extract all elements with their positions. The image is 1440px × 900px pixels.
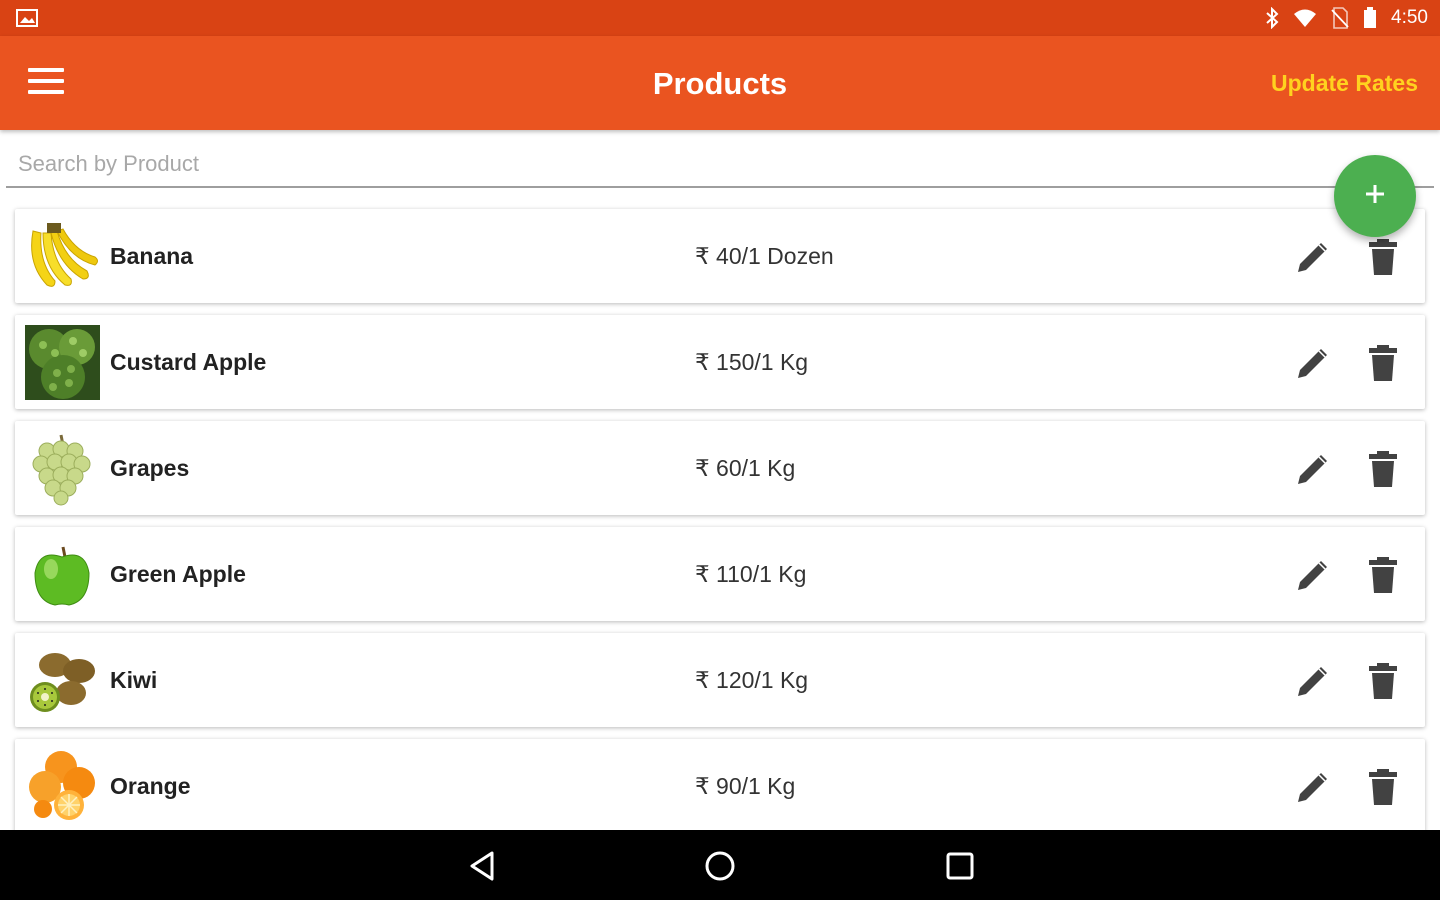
green-apple-image: [25, 537, 100, 612]
pencil-icon[interactable]: [1293, 237, 1333, 277]
list-item[interactable]: Grapes ₹ 60/1 Kg: [15, 421, 1425, 515]
product-list: Banana ₹ 40/1 Dozen Custard Apple ₹ 150/…: [0, 205, 1440, 830]
list-item[interactable]: Orange ₹ 90/1 Kg: [15, 739, 1425, 830]
update-rates-button[interactable]: Update Rates: [1271, 70, 1418, 97]
list-item[interactable]: Custard Apple ₹ 150/1 Kg: [15, 315, 1425, 409]
product-price: ₹ 90/1 Kg: [695, 773, 796, 799]
list-item[interactable]: Green Apple ₹ 110/1 Kg: [15, 527, 1425, 621]
add-product-button[interactable]: [1334, 155, 1416, 237]
no-sim-icon: [1331, 7, 1349, 29]
pencil-icon[interactable]: [1293, 449, 1333, 489]
custard-apple-image: [25, 325, 100, 400]
list-item[interactable]: Kiwi ₹ 120/1 Kg: [15, 633, 1425, 727]
product-name: Kiwi: [110, 667, 158, 693]
trash-icon[interactable]: [1365, 555, 1401, 595]
kiwi-image: [25, 643, 100, 718]
status-time: 4:50: [1391, 7, 1428, 28]
banana-image: [25, 219, 100, 294]
search-bar: [6, 130, 1434, 188]
pencil-icon[interactable]: [1293, 555, 1333, 595]
trash-icon[interactable]: [1365, 767, 1401, 807]
trash-icon[interactable]: [1365, 343, 1401, 383]
trash-icon[interactable]: [1365, 661, 1401, 701]
product-price: ₹ 40/1 Dozen: [695, 243, 834, 269]
status-bar: 4:50: [0, 0, 1440, 36]
system-nav-bar: [0, 830, 1440, 900]
orange-image: [25, 749, 100, 824]
product-name: Banana: [110, 243, 194, 269]
grapes-image: [25, 431, 100, 506]
trash-icon[interactable]: [1365, 237, 1401, 277]
list-item[interactable]: Banana ₹ 40/1 Dozen: [15, 209, 1425, 303]
home-icon[interactable]: [702, 848, 738, 884]
wifi-icon: [1293, 8, 1317, 28]
pencil-icon[interactable]: [1293, 661, 1333, 701]
recents-icon[interactable]: [942, 848, 978, 884]
product-name: Custard Apple: [110, 349, 267, 375]
page-title: Products: [652, 66, 788, 101]
battery-icon: [1363, 7, 1377, 29]
trash-icon[interactable]: [1365, 449, 1401, 489]
product-price: ₹ 60/1 Kg: [695, 455, 796, 481]
pencil-icon[interactable]: [1293, 767, 1333, 807]
product-name: Grapes: [110, 455, 190, 481]
image-icon: [16, 9, 38, 27]
product-price: ₹ 150/1 Kg: [695, 349, 809, 375]
plus-icon: [1363, 182, 1387, 211]
back-icon[interactable]: [464, 848, 500, 884]
product-price: ₹ 110/1 Kg: [695, 561, 807, 587]
app-bar: Products Update Rates: [0, 36, 1440, 130]
product-price: ₹ 120/1 Kg: [695, 667, 809, 693]
search-input[interactable]: [18, 148, 1218, 180]
bluetooth-icon: [1265, 7, 1279, 29]
product-name: Orange: [110, 773, 191, 799]
pencil-icon[interactable]: [1293, 343, 1333, 383]
product-name: Green Apple: [110, 561, 246, 587]
